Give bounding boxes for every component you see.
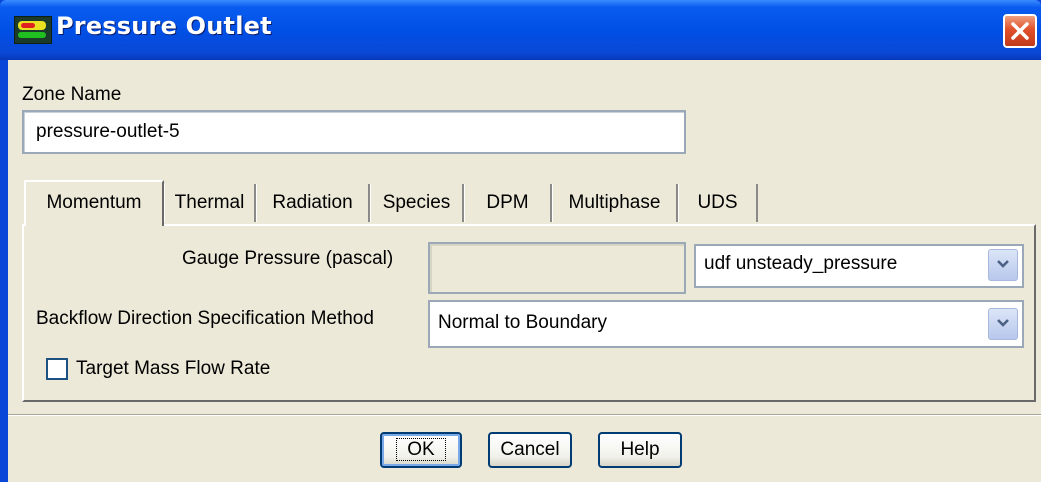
- tab-uds[interactable]: UDS: [678, 184, 758, 222]
- help-button[interactable]: Help: [598, 432, 682, 468]
- chevron-down-icon: [997, 260, 1009, 268]
- tab-dpm[interactable]: DPM: [464, 184, 552, 222]
- dialog-title: Pressure Outlet: [56, 12, 272, 40]
- chevron-down-icon: [997, 319, 1009, 327]
- target-mass-flow-checkbox[interactable]: [46, 358, 68, 380]
- backflow-direction-label: Backflow Direction Specification Method: [36, 308, 374, 329]
- ok-button[interactable]: OK: [380, 432, 462, 468]
- tab-radiation[interactable]: Radiation: [256, 184, 370, 222]
- cancel-button[interactable]: Cancel: [488, 432, 572, 468]
- pressure-outlet-dialog: Pressure Outlet Zone Name Momentum Therm…: [0, 0, 1041, 482]
- zone-name-label: Zone Name: [22, 84, 122, 105]
- gauge-pressure-profile-select[interactable]: udf unsteady_pressure: [694, 244, 1024, 288]
- dialog-body: Zone Name Momentum Thermal Radiation Spe…: [8, 60, 1041, 482]
- close-button[interactable]: [1003, 14, 1037, 48]
- momentum-panel: Gauge Pressure (pascal) udf unsteady_pre…: [22, 224, 1036, 402]
- tab-momentum[interactable]: Momentum: [24, 180, 164, 226]
- dropdown-button[interactable]: [988, 249, 1018, 281]
- button-separator: [8, 414, 1041, 416]
- target-mass-flow-label: Target Mass Flow Rate: [76, 358, 271, 379]
- dropdown-button[interactable]: [988, 308, 1018, 340]
- backflow-direction-value: Normal to Boundary: [438, 312, 607, 333]
- tab-thermal[interactable]: Thermal: [164, 184, 256, 222]
- tab-species[interactable]: Species: [370, 184, 464, 222]
- fluent-app-icon: [14, 16, 52, 44]
- backflow-direction-select[interactable]: Normal to Boundary: [428, 300, 1024, 348]
- zone-name-input[interactable]: [22, 110, 686, 154]
- gauge-pressure-label: Gauge Pressure (pascal): [182, 248, 394, 269]
- title-bar[interactable]: Pressure Outlet: [0, 0, 1041, 60]
- gauge-pressure-input[interactable]: [428, 242, 686, 294]
- tab-multiphase[interactable]: Multiphase: [552, 184, 678, 222]
- close-icon: [1011, 22, 1029, 40]
- gauge-pressure-profile-value: udf unsteady_pressure: [704, 253, 898, 274]
